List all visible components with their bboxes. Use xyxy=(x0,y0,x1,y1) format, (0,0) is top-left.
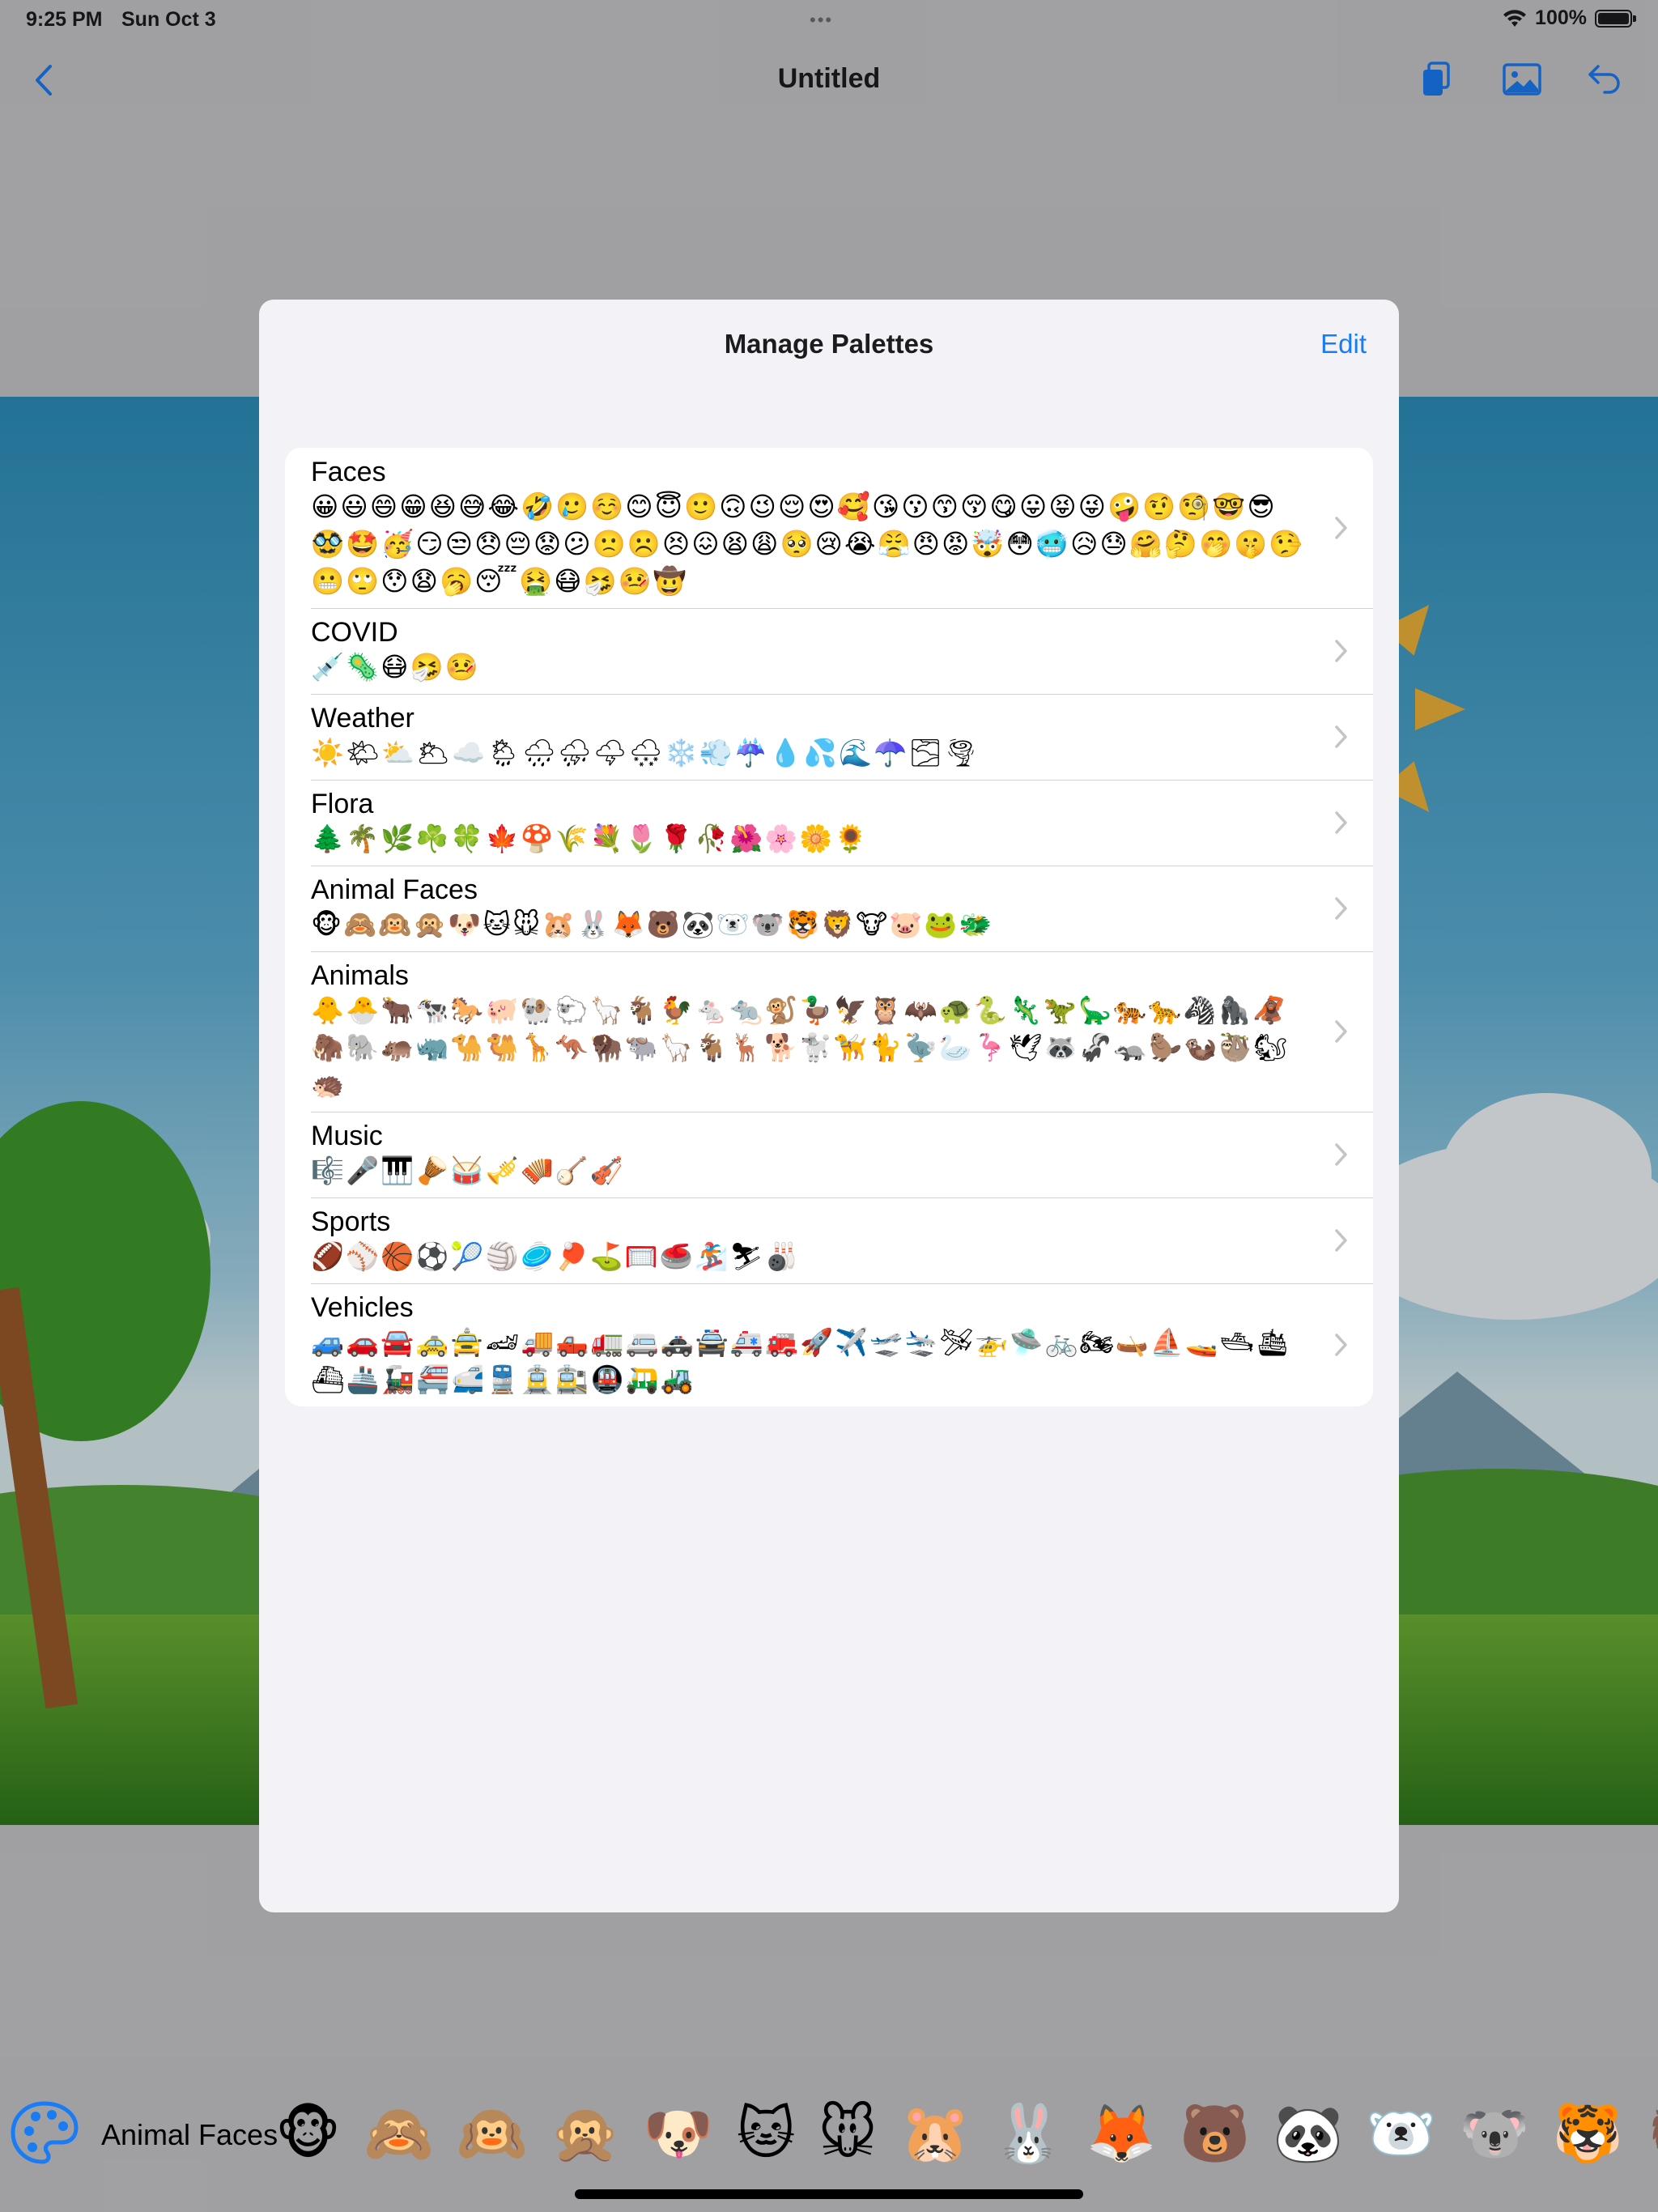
palette-row-music[interactable]: Music 🎼🎤🎹🪘🥁🎺🪗🪕🎻 xyxy=(285,1112,1373,1197)
chevron-right-icon xyxy=(1335,1143,1347,1166)
palette-row-animals[interactable]: Animals 🐥🐣🐂🐄🐎🐖🐏🐑🦙🐐🐓🐁🐀🐒🦆🦅🦉🦇🐢🐍🦎🦖🦕🐅🐆🦓🦍🦧🦣🐘🦛🦏… xyxy=(285,951,1373,1112)
chevron-right-icon xyxy=(1335,811,1347,834)
palette-name: Vehicles xyxy=(311,1292,414,1323)
palette-name: COVID xyxy=(311,617,398,648)
palette-emoji-strip[interactable]: 🐵🙈🙉🙊🐶🐱🐭🐹🐰🦊🐻🐼🐻‍❄️🐨🐯🦁 xyxy=(275,2100,1658,2167)
palette-emojis: 🚙🚗🚘🚕🚖🏎🚚🛻🚛🚐🚓🚔🚑🚒🚀✈️🛫🛬🛩🚁🛸🚲🏍🛶⛵️🚤🛥🛳⛴🚢🚂🚝🚅🚆🚊🚉🚇🛺… xyxy=(311,1326,1291,1395)
palette-row-covid[interactable]: COVID 💉🦠😷🤧🤒 xyxy=(285,608,1373,694)
chevron-right-icon xyxy=(1335,640,1347,662)
chevron-right-icon xyxy=(1335,1020,1347,1043)
palette-row-flora[interactable]: Flora 🌲🌴🌿☘️🍀🍁🍄🌾💐🌷🌹🥀🌺🌸🌼🌻 xyxy=(285,780,1373,866)
chevron-right-icon xyxy=(1335,897,1347,920)
palette-emojis: 🌲🌴🌿☘️🍀🍁🍄🌾💐🌷🌹🥀🌺🌸🌼🌻 xyxy=(311,823,869,854)
palette-row-vehicles[interactable]: Vehicles 🚙🚗🚘🚕🚖🏎🚚🛻🚛🚐🚓🚔🚑🚒🚀✈️🛫🛬🛩🚁🛸🚲🏍🛶⛵️🚤🛥🛳⛴… xyxy=(285,1283,1373,1406)
palette-emojis: 🎼🎤🎹🪘🥁🎺🪗🪕🎻 xyxy=(311,1155,625,1186)
palette-row-faces[interactable]: Faces 😀😃😄😁😆😅😂🤣🥲☺️😊😇🙂🙃😉😌😍🥰😘😗😙😚😋😛😝😜🤪🤨🧐🤓😎🥸🤩… xyxy=(285,448,1373,608)
chevron-right-icon xyxy=(1335,725,1347,748)
palette-row-weather[interactable]: Weather ☀️🌤⛅️🌥☁️🌦🌧⛈🌩🌨❄️💨☔️💧💦🌊☂️🌫🌪 xyxy=(285,694,1373,780)
manage-palettes-sheet: Manage Palettes Edit Faces 😀😃😄😁😆😅😂🤣🥲☺️😊😇… xyxy=(259,300,1399,1912)
home-indicator[interactable] xyxy=(575,2189,1083,2199)
palette-emojis: 😀😃😄😁😆😅😂🤣🥲☺️😊😇🙂🙃😉😌😍🥰😘😗😙😚😋😛😝😜🤪🤨🧐🤓😎🥸🤩🥳😏😒😞😔😟… xyxy=(311,491,1304,597)
chevron-right-icon xyxy=(1335,1334,1347,1356)
palette-emojis: 🐥🐣🐂🐄🐎🐖🐏🐑🦙🐐🐓🐁🐀🐒🦆🦅🦉🦇🐢🐍🦎🦖🦕🐅🐆🦓🦍🦧🦣🐘🦛🦏🐪🐫🦒🦘🦬🐃🦙🐐… xyxy=(311,994,1290,1100)
palette-chooser-bar: Animal Faces 🐵🙈🙉🙊🐶🐱🐭🐹🐰🦊🐻🐼🐻‍❄️🐨🐯🦁 xyxy=(0,2089,1658,2178)
palette-name: Weather xyxy=(311,703,414,734)
palette-icon[interactable] xyxy=(8,2099,81,2167)
current-palette-name[interactable]: Animal Faces xyxy=(101,2118,278,2152)
sheet-title: Manage Palettes xyxy=(724,329,934,359)
edit-button[interactable]: Edit xyxy=(1320,329,1367,359)
palette-emojis: 🐵🙈🙉🙊🐶🐱🐭🐹🐰🦊🐻🐼🐻‍❄️🐨🐯🦁🐮🐷🐸🐲 xyxy=(311,908,994,940)
palette-emojis: ☀️🌤⛅️🌥☁️🌦🌧⛈🌩🌨❄️💨☔️💧💦🌊☂️🌫🌪 xyxy=(311,737,980,768)
palette-name: Sports xyxy=(311,1206,391,1237)
palette-name: Faces xyxy=(311,457,386,487)
palette-list: Faces 😀😃😄😁😆😅😂🤣🥲☺️😊😇🙂🙃😉😌😍🥰😘😗😙😚😋😛😝😜🤪🤨🧐🤓😎🥸🤩… xyxy=(285,448,1373,1406)
chevron-right-icon xyxy=(1335,1229,1347,1252)
palette-name: Music xyxy=(311,1121,383,1151)
palette-emojis: 💉🦠😷🤧🤒 xyxy=(311,651,480,683)
chevron-right-icon xyxy=(1335,517,1347,539)
palette-name: Flora xyxy=(311,789,374,819)
palette-row-sports[interactable]: Sports 🏈⚾️🏀⚽️🎾🏐🥏🏓⛳️🥅🥌🏂⛷🎳 xyxy=(285,1197,1373,1283)
palette-name: Animal Faces xyxy=(311,874,478,905)
palette-row-animal-faces[interactable]: Animal Faces 🐵🙈🙉🙊🐶🐱🐭🐹🐰🦊🐻🐼🐻‍❄️🐨🐯🦁🐮🐷🐸🐲 xyxy=(285,866,1373,951)
palette-emojis: 🏈⚾️🏀⚽️🎾🏐🥏🏓⛳️🥅🥌🏂⛷🎳 xyxy=(311,1240,801,1272)
palette-name: Animals xyxy=(311,960,409,991)
